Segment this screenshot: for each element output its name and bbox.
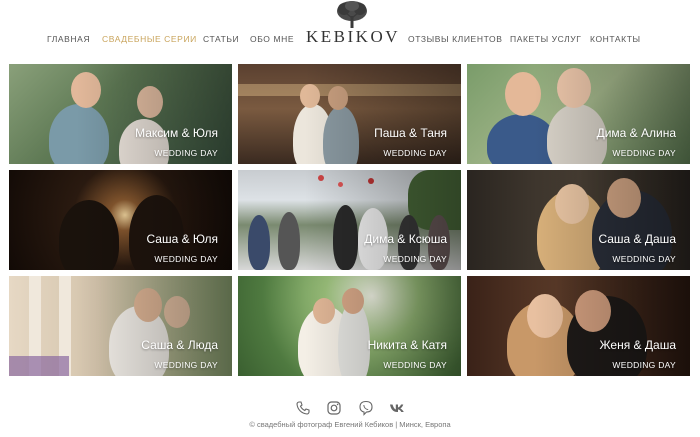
card-title: Паша & Таня: [374, 126, 447, 140]
card-subtitle: WEDDING DAY: [154, 148, 218, 158]
nav-articles[interactable]: СТАТЬИ: [203, 34, 239, 44]
vk-icon[interactable]: [389, 400, 405, 416]
nav-home[interactable]: ГЛАВНАЯ: [47, 34, 90, 44]
card-title: Саша & Даша: [598, 232, 676, 246]
card-title: Саша & Люда: [141, 338, 218, 352]
nav-wedding-series[interactable]: СВАДЕБНЫЕ СЕРИИ: [102, 34, 197, 44]
card-title: Саша & Юля: [146, 232, 218, 246]
card-title: Женя & Даша: [599, 338, 676, 352]
logo-text: KEBIKOV: [306, 27, 400, 46]
card-title: Максим & Юля: [135, 126, 218, 140]
nav-packages[interactable]: ПАКЕТЫ УСЛУГ: [510, 34, 582, 44]
gallery-card[interactable]: Саша & Юля WEDDING DAY: [9, 170, 232, 270]
nav-contacts[interactable]: КОНТАКТЫ: [590, 34, 641, 44]
card-subtitle: WEDDING DAY: [612, 148, 676, 158]
gallery-card[interactable]: Женя & Даша WEDDING DAY: [467, 276, 690, 376]
gallery-card[interactable]: Паша & Таня WEDDING DAY: [238, 64, 461, 164]
card-title: Дима & Ксюша: [364, 232, 447, 246]
card-title: Никита & Катя: [367, 338, 447, 352]
gallery-card[interactable]: Дима & Ксюша WEDDING DAY: [238, 170, 461, 270]
card-subtitle: WEDDING DAY: [383, 148, 447, 158]
site-header: ГЛАВНАЯ СВАДЕБНЫЕ СЕРИИ СТАТЬИ ОБО МНЕ K…: [0, 0, 700, 58]
copyright-text: © свадебный фотограф Евгений Кебиков | М…: [249, 420, 451, 429]
card-subtitle: WEDDING DAY: [383, 254, 447, 264]
card-subtitle: WEDDING DAY: [154, 254, 218, 264]
site-logo[interactable]: KEBIKOV: [306, 0, 398, 50]
gallery-card[interactable]: Максим & Юля WEDDING DAY: [9, 64, 232, 164]
card-subtitle: WEDDING DAY: [612, 254, 676, 264]
gallery-card[interactable]: Дима & Алина WEDDING DAY: [467, 64, 690, 164]
card-title: Дима & Алина: [596, 126, 676, 140]
nav-reviews[interactable]: ОТЗЫВЫ КЛИЕНТОВ: [408, 34, 502, 44]
gallery-card[interactable]: Саша & Люда WEDDING DAY: [9, 276, 232, 376]
nav-about[interactable]: ОБО МНЕ: [250, 34, 294, 44]
card-subtitle: WEDDING DAY: [383, 360, 447, 370]
instagram-icon[interactable]: [326, 400, 342, 416]
gallery-card[interactable]: Никита & Катя WEDDING DAY: [238, 276, 461, 376]
social-links: [0, 400, 700, 416]
phone-icon[interactable]: [295, 400, 311, 416]
tree-icon: [337, 1, 367, 28]
viber-icon[interactable]: [358, 400, 374, 416]
card-subtitle: WEDDING DAY: [612, 360, 676, 370]
card-subtitle: WEDDING DAY: [154, 360, 218, 370]
gallery-card[interactable]: Саша & Даша WEDDING DAY: [467, 170, 690, 270]
